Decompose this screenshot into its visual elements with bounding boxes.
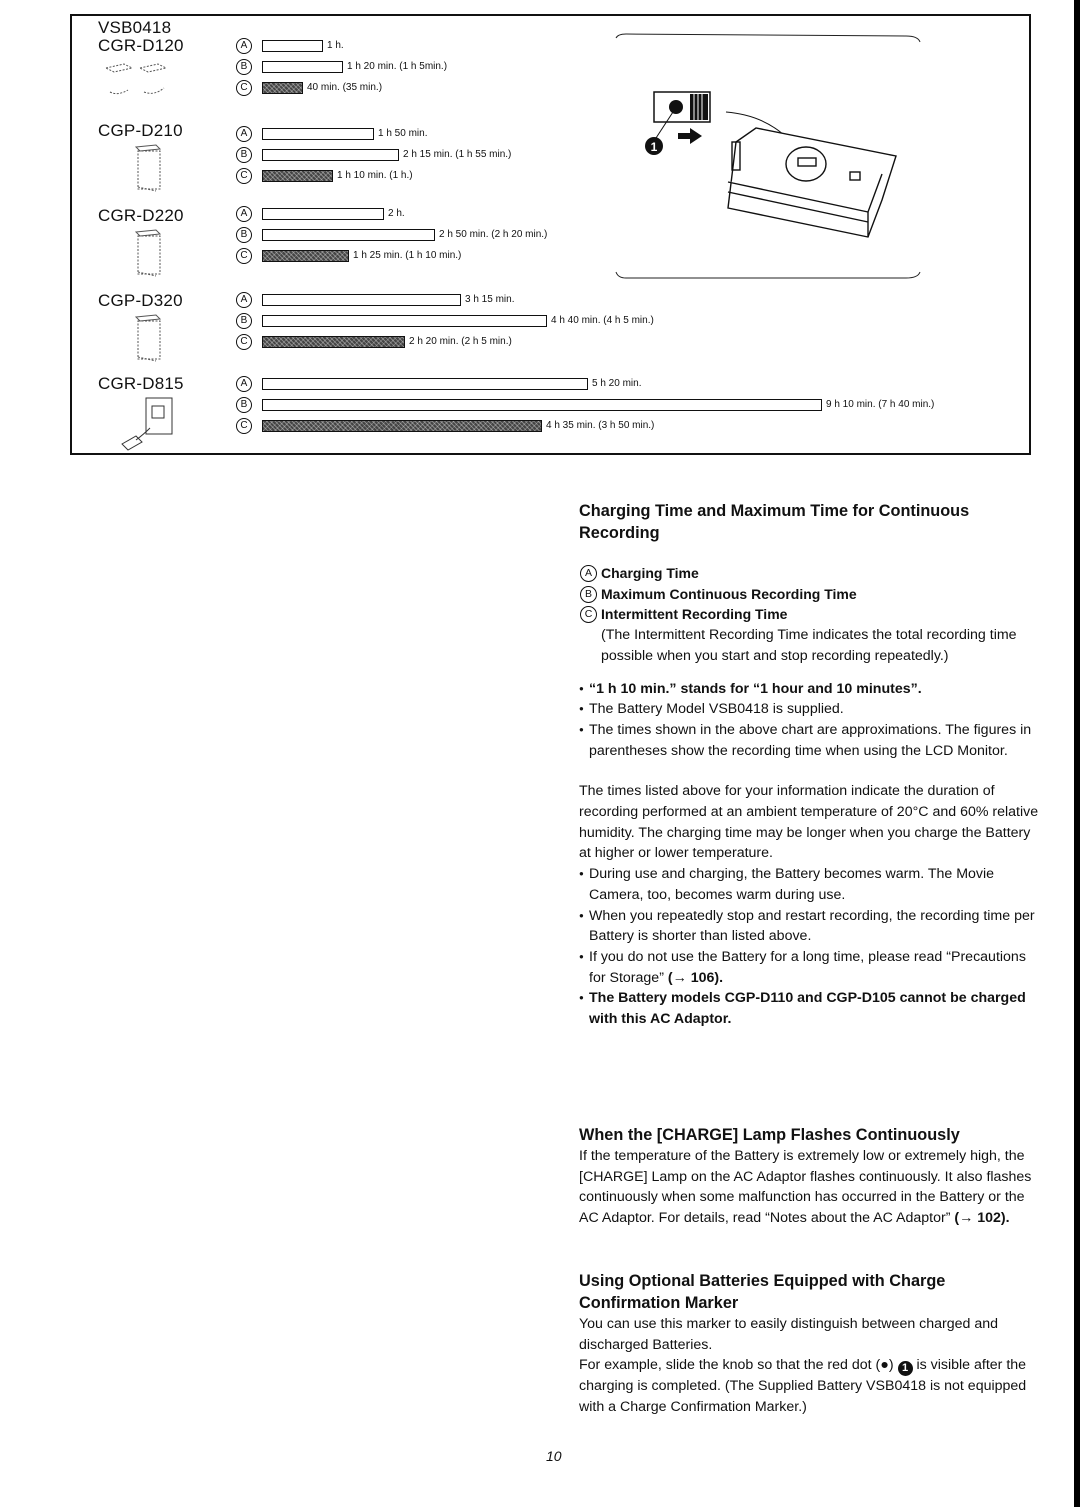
conditions-paragraph: The times listed above for your informat… [579,783,1039,862]
battery-time-chart: 1 VSB0418 CGR-D120 A 1 h. B 1 h 20 min. (1 h … [70,14,1031,455]
legend-label: Charging Time [601,565,699,581]
legend-label: Intermittent Recording Time [601,606,788,623]
battery-pair-icon [102,56,172,121]
legend-key-a-icon: A [236,292,252,308]
svg-text:1: 1 [651,140,658,154]
legend-key-b-icon: B [236,227,252,243]
section-charging-time: Charging Time and Maximum Time for Conti… [579,500,1039,1030]
legend-key-b-icon: B [236,313,252,329]
legend-key-c-icon: C [236,418,252,434]
note-bullet: During use and charging, the Battery bec… [579,864,1039,905]
marker-knob-icon [653,91,711,123]
bar-c [262,336,405,348]
arrow-right-icon [678,128,702,144]
bar-value-label: 5 h 20 min. [592,378,642,389]
legend-key-a-icon: A [580,564,597,582]
bar-value-label: 9 h 10 min. (7 h 40 min.) [826,399,935,410]
section-charge-marker: Using Optional Batteries Equipped with C… [579,1270,1039,1418]
note-bullet: “1 h 10 min.” stands for “1 hour and 10 … [579,679,1039,700]
battery-icon [116,311,186,376]
bar-value-label: 4 h 35 min. (3 h 50 min.) [546,420,655,431]
bar-value-label: 1 h 50 min. [378,128,428,139]
bar-value-label: 2 h. [388,208,405,219]
section-heading: When the [CHARGE] Lamp Flashes Continuou… [579,1126,960,1144]
legend-key-a-icon: A [236,376,252,392]
legend-key-b-icon: B [236,397,252,413]
legend-key-b-icon: B [580,585,597,603]
bar-a [262,40,323,52]
bar-a [262,378,588,390]
legend-item: B Maximum Continuous Recording Time [579,584,1039,605]
bar-value-label: 1 h 20 min. (1 h 5min.) [347,61,448,72]
marker-number-icon: 1 [645,137,663,155]
note-bullet: When you repeatedly stop and restart rec… [579,906,1039,947]
marker-number-icon: 1 [897,1361,913,1377]
note-bullet: The Battery Model VSB0418 is supplied. [579,699,1039,720]
bar-c [262,420,542,432]
bar-b [262,61,343,73]
bar-b [262,229,435,241]
legend-key-b-icon: B [236,59,252,75]
battery-model-name: VSB0418 [98,18,172,37]
legend-key-a-icon: A [236,126,252,142]
bar-value-label: 2 h 20 min. (2 h 5 min.) [409,336,512,347]
battery-icon [116,141,186,206]
legend-key-c-icon: C [236,248,252,264]
bar-a [262,128,374,140]
battery-model-name: CGP-D320 [98,291,183,310]
bar-value-label: 1 h. [327,40,344,51]
battery-model-name: CGR-D120 [98,36,184,55]
section-heading: Using Optional Batteries Equipped with C… [579,1272,946,1312]
incompatible-battery-warning: The Battery models CGP-D110 and CGP-D105… [579,988,1039,1029]
section-body: If the temperature of the Battery is ext… [579,1148,1032,1227]
legend-key-c-icon: C [236,168,252,184]
legend-list: A Charging Time B Maximum Continuous Record… [579,563,1039,625]
legend-key-a-icon: A [236,38,252,54]
battery-model-name: CGR-D815 [98,374,184,393]
section-charge-lamp: When the [CHARGE] Lamp Flashes Continuou… [579,1124,1039,1229]
bar-value-label: 40 min. (35 min.) [307,82,383,93]
bar-c [262,82,303,94]
storage-note: If you do not use the Battery for a long… [579,947,1039,988]
bar-a [262,294,461,306]
bar-value-label: 2 h 15 min. (1 h 55 min.) [403,149,512,160]
bar-value-label: 1 h 10 min. (1 h.) [337,170,413,181]
legend-item: C Intermittent Recording Time [579,604,1039,625]
legend-key-a-icon: A [236,206,252,222]
bar-value-label: 4 h 40 min. (4 h 5 min.) [551,315,654,326]
warnings-list: During use and charging, the Battery bec… [579,864,1039,947]
legend-label: Maximum Continuous Recording Time [601,585,857,602]
scan-edge [1074,0,1080,1507]
legend-key-b-icon: B [236,147,252,163]
page-number: 10 [546,1448,562,1464]
bar-value-label: 3 h 15 min. [465,294,515,305]
legend-item: A Charging Time [579,563,1039,584]
battery-charge-marker-illustration: 1 [615,33,921,279]
battery-model-name: CGR-D220 [98,206,184,225]
legend-key-c-icon: C [236,80,252,96]
battery-icon [727,127,897,238]
bar-b [262,149,399,161]
battery-model-name: CGP-D210 [98,121,183,140]
bar-c [262,250,349,262]
section-body-example: For example, slide the knob so that the … [579,1357,1027,1416]
section-heading: Charging Time and Maximum Time for Conti… [579,502,970,542]
bar-value-label: 1 h 25 min. (1 h 10 min.) [353,250,462,261]
charger-icon [116,394,186,459]
bar-b [262,315,547,327]
bar-c [262,170,333,182]
page-ref-link[interactable]: (→ 102). [954,1210,1009,1226]
legend-note: (The Intermittent Recording Time indicat… [601,627,1017,664]
legend-key-c-icon: C [236,334,252,350]
legend-key-c-icon: C [580,606,597,624]
section-body: You can use this marker to easily distin… [579,1316,999,1353]
bar-b [262,399,822,411]
battery-icon [116,226,186,291]
page-ref-link[interactable]: (→ 106). [668,970,723,986]
bar-a [262,208,384,220]
note-bullet: The times shown in the above chart are a… [579,720,1039,761]
notes-list: “1 h 10 min.” stands for “1 hour and 10 … [579,679,1039,762]
bar-value-label: 2 h 50 min. (2 h 20 min.) [439,229,548,240]
